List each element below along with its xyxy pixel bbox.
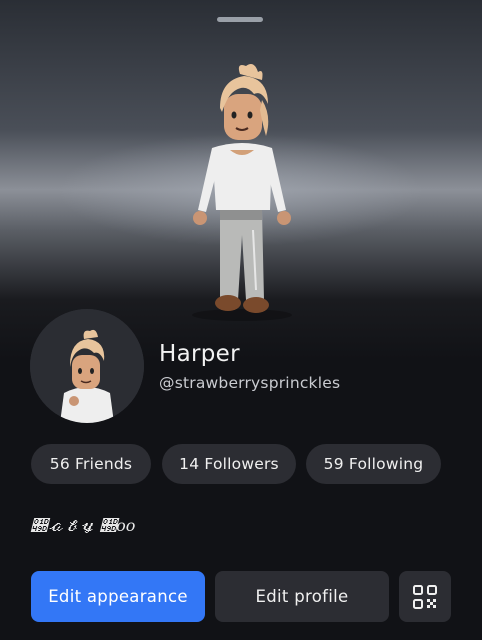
avatar-headshot[interactable] xyxy=(30,309,144,423)
username: @strawberrysprinckles xyxy=(159,374,341,392)
edit-profile-button[interactable]: Edit profile xyxy=(215,571,389,622)
avatar-full-body xyxy=(150,60,330,330)
display-name: Harper xyxy=(159,341,240,367)
qr-code-button[interactable] xyxy=(399,571,451,622)
followers-count-button[interactable]: 14 Followers xyxy=(162,444,296,484)
edit-appearance-button[interactable]: Edit appearance xyxy=(31,571,205,622)
avatar-3d-viewer[interactable] xyxy=(0,0,482,360)
qr-code-icon xyxy=(412,584,438,610)
following-count-button[interactable]: 59 Following xyxy=(306,444,441,484)
drag-handle[interactable] xyxy=(217,17,263,22)
profile-bio: 𝒝𝒶𝒷𝓎 𝒝𝑜𝑜 xyxy=(31,516,136,535)
friends-count-button[interactable]: 56 Friends xyxy=(31,444,151,484)
